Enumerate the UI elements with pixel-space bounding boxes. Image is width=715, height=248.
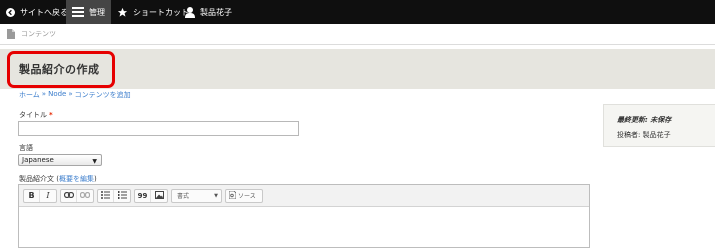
shortcuts-tab[interactable]: ショートカット xyxy=(111,0,189,24)
back-arrow-icon xyxy=(6,7,15,17)
list-group xyxy=(97,188,131,203)
document-icon xyxy=(7,29,15,39)
back-to-site-link[interactable]: サイトへ戻る xyxy=(0,0,68,24)
title-highlight-box xyxy=(7,51,115,88)
bold-button[interactable]: B xyxy=(24,189,40,202)
manage-tab[interactable]: 管理 xyxy=(66,0,111,24)
content-link[interactable]: コンテンツ xyxy=(21,29,56,39)
bulleted-list-icon xyxy=(101,190,110,201)
body-label-text: 製品紹介文 xyxy=(19,175,54,183)
title-field-label: タイトル * xyxy=(19,110,53,120)
italic-label: I xyxy=(46,191,50,200)
blockquote-button[interactable]: 99 xyxy=(135,189,151,202)
user-icon xyxy=(185,6,195,18)
breadcrumb-add-content[interactable]: コンテンツを追加 xyxy=(75,90,131,100)
format-chevron-icon: ▼ xyxy=(214,192,218,199)
link-group xyxy=(60,188,94,203)
language-select[interactable]: Japanese ▼ xyxy=(18,154,102,166)
dropdown-arrow-icon: ▼ xyxy=(92,158,97,165)
bold-label: B xyxy=(28,191,35,200)
source-icon xyxy=(228,190,237,201)
breadcrumb-node[interactable]: Node xyxy=(48,90,66,100)
editor-content-area[interactable] xyxy=(19,207,589,247)
insert-group: 99 xyxy=(134,188,168,203)
shortcuts-label: ショートカット xyxy=(133,7,189,17)
text-style-group: B I xyxy=(23,188,57,203)
author-text: 投稿者: 製品花子 xyxy=(617,131,671,139)
body-field-label: 製品紹介文 (概要を編集) xyxy=(19,174,97,184)
star-icon xyxy=(117,7,128,18)
last-updated-text: 最終更新: 未保存 xyxy=(617,116,672,124)
language-field-label: 言語 xyxy=(19,144,33,152)
required-mark: * xyxy=(49,111,53,119)
admin-toolbar: サイトへ戻る 管理 ショートカット 製品花子 xyxy=(0,0,715,24)
format-label: 書式 xyxy=(177,193,190,200)
manage-label: 管理 xyxy=(89,7,105,17)
unlink-button[interactable] xyxy=(77,190,93,202)
language-select-value: Japanese xyxy=(22,156,54,164)
numbered-list-icon xyxy=(117,190,127,201)
image-icon xyxy=(154,190,164,201)
title-label-text: タイトル xyxy=(19,111,47,119)
italic-button[interactable]: I xyxy=(40,190,56,202)
source-button[interactable]: ソース xyxy=(225,188,263,203)
breadcrumb: ホーム » Node » コンテンツを追加 xyxy=(19,90,131,100)
numbered-list-button[interactable] xyxy=(114,190,130,202)
bulleted-list-button[interactable] xyxy=(98,189,114,202)
hamburger-icon xyxy=(72,7,84,17)
breadcrumb-separator: » xyxy=(68,90,73,98)
blockquote-icon: 99 xyxy=(137,191,148,200)
title-input[interactable] xyxy=(18,121,299,136)
breadcrumb-home[interactable]: ホーム xyxy=(19,90,40,100)
back-to-site-label: サイトへ戻る xyxy=(20,7,68,17)
link-icon xyxy=(63,191,74,200)
source-label: ソース xyxy=(238,193,256,200)
user-name: 製品花子 xyxy=(200,7,232,17)
meta-info-box: 最終更新: 未保存 投稿者: 製品花子 xyxy=(603,104,715,147)
format-dropdown[interactable]: 書式 ▼ xyxy=(171,188,222,203)
editor-toolbar: B I 99 書式 ▼ ソース xyxy=(19,185,589,207)
link-button[interactable] xyxy=(61,189,77,202)
unlink-icon xyxy=(79,191,91,200)
user-tab[interactable]: 製品花子 xyxy=(182,0,239,24)
summary-paren-close: ) xyxy=(93,175,97,183)
breadcrumb-separator: » xyxy=(41,90,47,98)
edit-summary-link[interactable]: 概要を編集 xyxy=(59,175,94,183)
body-editor: B I 99 書式 ▼ ソース xyxy=(18,184,590,248)
toolbar-tray: コンテンツ xyxy=(0,24,715,45)
image-button[interactable] xyxy=(151,190,167,202)
